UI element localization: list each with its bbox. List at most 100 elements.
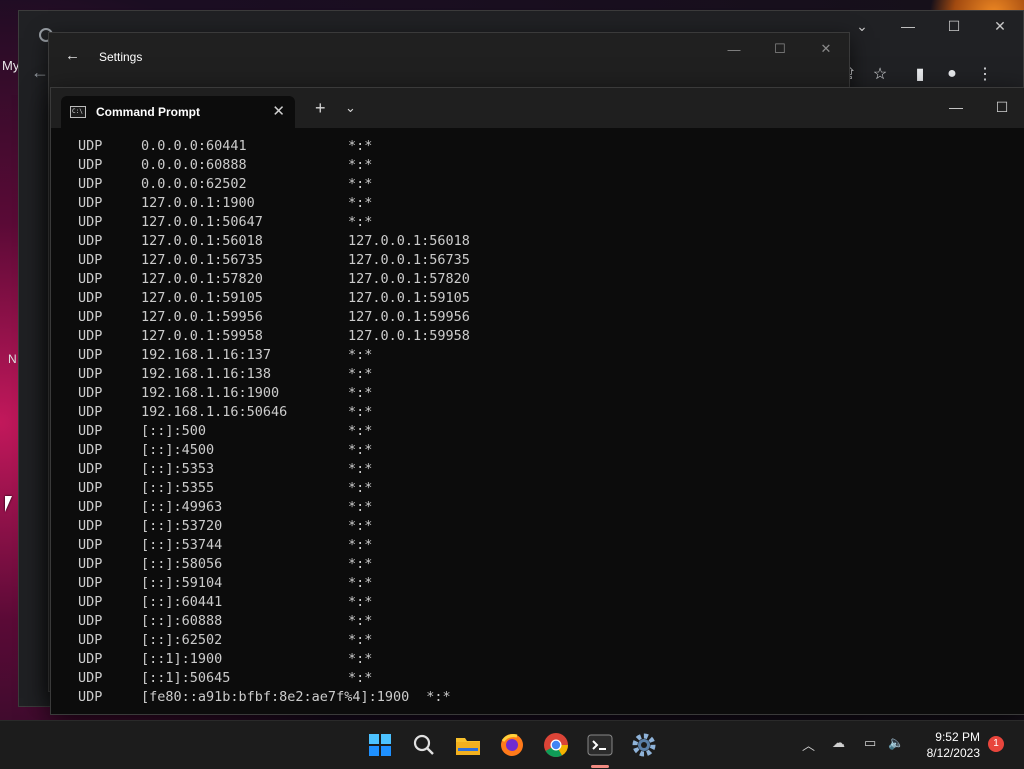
local-address-cell: 192.168.1.16:50646 (141, 404, 288, 420)
tab-command-prompt[interactable]: Command Prompt ✕ (61, 96, 295, 128)
local-address-cell: [::]:58056 (141, 556, 223, 572)
protocol-cell: UDP (78, 347, 103, 363)
foreign-address-cell: *:* (348, 157, 373, 173)
notification-badge[interactable]: 1 (988, 736, 1004, 752)
local-address-cell: 127.0.0.1:59956 (141, 309, 263, 325)
search-icon[interactable] (408, 729, 440, 761)
foreign-address-cell: *:* (348, 518, 373, 534)
local-address-cell: [::]:500 (141, 423, 207, 439)
foreign-address-cell: *:* (348, 537, 373, 553)
local-address-cell: 0.0.0.0:62502 (141, 176, 247, 192)
foreign-address-cell: *:* (348, 366, 373, 382)
local-address-cell: 127.0.0.1:56735 (141, 252, 263, 268)
local-address-cell: 127.0.0.1:1900 (141, 195, 255, 211)
local-address-cell: [::]:53744 (141, 537, 223, 553)
foreign-address-cell: *:* (348, 423, 373, 439)
local-address-cell: [::]:60888 (141, 613, 223, 629)
foreign-address-cell: *:* (348, 499, 373, 515)
local-address-cell: [::1]:50645 (141, 670, 231, 686)
settings-icon[interactable] (628, 729, 660, 761)
local-address-cell: [::]:53720 (141, 518, 223, 534)
protocol-cell: UDP (78, 233, 103, 249)
terminal-tab-bar: Command Prompt ✕ + ⌄ — ☐ (51, 88, 1024, 128)
local-address-cell: 127.0.0.1:59958 (141, 328, 263, 344)
chevron-down-icon[interactable]: ⌄ (345, 100, 356, 116)
profile-icon[interactable]: ● (941, 63, 963, 85)
protocol-cell: UDP (78, 518, 103, 534)
foreign-address-cell: *:* (348, 214, 373, 230)
bookmark-star-icon[interactable]: ☆ (869, 63, 891, 85)
protocol-cell: UDP (78, 404, 103, 420)
chrome-icon[interactable] (540, 729, 572, 761)
foreign-address-cell: *:* (348, 556, 373, 572)
local-address-cell: [::1]:1900 (141, 651, 223, 667)
date-text: 8/12/2023 (926, 746, 980, 760)
firefox-icon[interactable] (496, 729, 528, 761)
protocol-cell: UDP (78, 195, 103, 211)
protocol-cell: UDP (78, 328, 103, 344)
minimize-icon[interactable]: — (711, 33, 757, 65)
protocol-cell: UDP (78, 480, 103, 496)
onedrive-icon[interactable]: ☁ (832, 735, 845, 751)
foreign-address-cell: *:* (348, 632, 373, 648)
local-address-cell: [::]:49963 (141, 499, 223, 515)
protocol-cell: UDP (78, 651, 103, 667)
side-panel-icon[interactable]: ▮ (909, 63, 931, 85)
maximize-icon[interactable]: ☐ (757, 33, 803, 65)
volume-icon[interactable]: 🔈 (888, 735, 904, 751)
command-prompt-icon (70, 106, 86, 118)
protocol-cell: UDP (78, 366, 103, 382)
terminal-window[interactable]: Command Prompt ✕ + ⌄ — ☐ UDP 0.0.0.0:6044… (50, 87, 1024, 715)
local-address-cell: [fe80::a91b:bfbf:8e2:ae7f%4]:1900 (141, 689, 410, 705)
tab-label: Command Prompt (96, 105, 201, 119)
local-address-cell: 127.0.0.1:59105 (141, 290, 263, 306)
menu-icon[interactable]: ⋮ (974, 63, 996, 85)
foreign-address-cell: *:* (426, 689, 451, 705)
maximize-icon[interactable]: ☐ (979, 88, 1024, 126)
local-address-cell: 192.168.1.16:137 (141, 347, 272, 363)
protocol-cell: UDP (78, 689, 103, 705)
local-address-cell: 0.0.0.0:60888 (141, 157, 247, 173)
clock[interactable]: 9:52 PM 8/12/2023 (916, 729, 980, 761)
minimize-icon[interactable]: — (933, 88, 979, 126)
chrome-window-controls: ⌄ — ☐ ✕ (839, 11, 1023, 41)
close-tab-icon[interactable]: ✕ (272, 102, 285, 120)
minimize-icon[interactable]: — (885, 11, 931, 41)
foreign-address-cell: *:* (348, 138, 373, 154)
local-address-cell: 127.0.0.1:57820 (141, 271, 263, 287)
close-icon[interactable]: ✕ (977, 11, 1023, 41)
start-icon[interactable] (364, 729, 396, 761)
file-explorer-icon[interactable] (452, 729, 484, 761)
local-address-cell: 0.0.0.0:60441 (141, 138, 247, 154)
time-text: 9:52 PM (935, 730, 980, 744)
local-address-cell: 192.168.1.16:1900 (141, 385, 280, 401)
foreign-address-cell: 127.0.0.1:57820 (348, 271, 470, 287)
terminal-window-controls: — ☐ (933, 88, 1024, 126)
local-address-cell: [::]:5355 (141, 480, 215, 496)
terminal-icon[interactable] (584, 729, 616, 761)
network-icon[interactable]: ▭ (864, 735, 876, 751)
protocol-cell: UDP (78, 632, 103, 648)
foreign-address-cell: *:* (348, 461, 373, 477)
local-address-cell: [::]:59104 (141, 575, 223, 591)
protocol-cell: UDP (78, 309, 103, 325)
local-address-cell: [::]:4500 (141, 442, 215, 458)
new-tab-icon[interactable]: + (315, 98, 326, 119)
protocol-cell: UDP (78, 290, 103, 306)
taskbar: ︿ ☁ ▭ 🔈 9:52 PM 8/12/2023 (0, 720, 1024, 769)
terminal-output[interactable]: UDP 0.0.0.0:60441 *:* UDP 0.0.0.0:60888 *:* UD… (51, 128, 1024, 714)
local-address-cell: 127.0.0.1:56018 (141, 233, 263, 249)
foreign-address-cell: 127.0.0.1:56735 (348, 252, 470, 268)
chevron-up-icon[interactable]: ︿ (802, 735, 815, 754)
local-address-cell: [::]:62502 (141, 632, 223, 648)
maximize-icon[interactable]: ☐ (931, 11, 977, 41)
local-address-cell: 192.168.1.16:138 (141, 366, 272, 382)
protocol-cell: UDP (78, 575, 103, 591)
protocol-cell: UDP (78, 594, 103, 610)
foreign-address-cell: *:* (348, 480, 373, 496)
close-icon[interactable]: ✕ (803, 33, 849, 65)
settings-back-icon[interactable]: ← (65, 47, 80, 64)
foreign-address-cell: *:* (348, 385, 373, 401)
protocol-cell: UDP (78, 461, 103, 477)
protocol-cell: UDP (78, 613, 103, 629)
